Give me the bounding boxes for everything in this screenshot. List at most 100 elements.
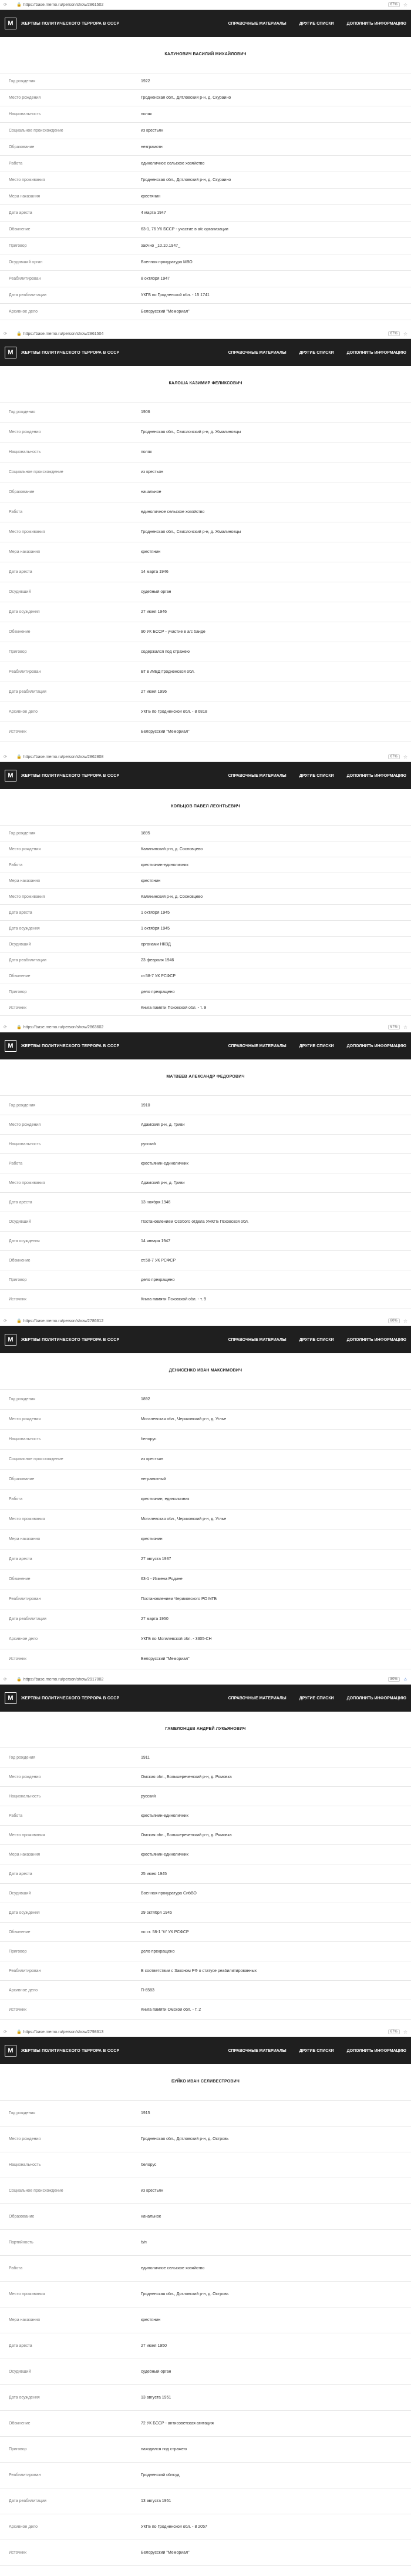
- bookmark-star-icon[interactable]: ☆: [403, 1677, 407, 1682]
- nav-menu-item[interactable]: ДРУГИЕ СПИСКИ: [299, 1044, 334, 1048]
- nav-menu-item[interactable]: СПРАВОЧНЫЕ МАТЕРИАЛЫ: [228, 774, 287, 778]
- nav-menu-item[interactable]: ДРУГИЕ СПИСКИ: [299, 774, 334, 778]
- nav-menu-item[interactable]: ДОПОЛНИТЬ ИНФОРМАЦИЮ: [347, 774, 406, 778]
- field-row: Дата ареста 1 октября 1945: [0, 904, 411, 920]
- zoom-indicator[interactable]: 67%: [388, 2030, 400, 2034]
- browser-section: ⟳ 🔒 https://base.memo.ru/person/show/28615…: [0, 329, 411, 752]
- nav-menu-item[interactable]: СПРАВОЧНЫЕ МАТЕРИАЛЫ: [228, 1338, 287, 1342]
- url-field[interactable]: https://base.memo.ru/person/show/2917002: [23, 1678, 388, 1682]
- field-value: заочно _10.10.1947_: [141, 244, 181, 248]
- nav-menu-item[interactable]: ДОПОЛНИТЬ ИНФОРМАЦИЮ: [347, 1338, 406, 1342]
- site-brand[interactable]: ЖЕРТВЫ ПОЛИТИЧЕСКОГО ТЕРРОРА В СССР: [21, 351, 215, 355]
- zoom-indicator[interactable]: 67%: [388, 754, 400, 759]
- zoom-indicator[interactable]: 80%: [388, 1319, 400, 1323]
- site-brand[interactable]: ЖЕРТВЫ ПОЛИТИЧЕСКОГО ТЕРРОРА В СССР: [21, 1044, 215, 1048]
- reload-icon[interactable]: ⟳: [4, 2, 16, 7]
- bookmark-star-icon[interactable]: ☆: [403, 1319, 407, 1324]
- field-label: Образование: [9, 2215, 35, 2219]
- field-label: Год рождения: [9, 410, 36, 414]
- nav-menu-item[interactable]: СПРАВОЧНЫЕ МАТЕРИАЛЫ: [228, 2049, 287, 2053]
- nav-menu-item[interactable]: ДОПОЛНИТЬ ИНФОРМАЦИЮ: [347, 351, 406, 355]
- field-label: Место проживания: [9, 1833, 45, 1837]
- nav-menu-item[interactable]: СПРАВОЧНЫЕ МАТЕРИАЛЫ: [228, 351, 287, 355]
- zoom-indicator[interactable]: 67%: [388, 331, 400, 336]
- field-row: Источник Книга памяти Омской обл. - т. 2: [0, 2000, 411, 2019]
- field-label: Год рождения: [9, 831, 36, 836]
- field-row: Социальное происхождение из крестьян: [0, 122, 411, 139]
- site-logo-icon[interactable]: М: [5, 2045, 16, 2057]
- bookmark-star-icon[interactable]: ☆: [403, 2, 407, 8]
- nav-menu-item[interactable]: ДОПОЛНИТЬ ИНФОРМАЦИЮ: [347, 1044, 406, 1048]
- site-brand[interactable]: ЖЕРТВЫ ПОЛИТИЧЕСКОГО ТЕРРОРА В СССР: [21, 22, 215, 26]
- reload-icon[interactable]: ⟳: [4, 1025, 16, 1029]
- field-row: Осудивший судебный орган: [0, 582, 411, 602]
- reload-icon[interactable]: ⟳: [4, 2030, 16, 2034]
- site-brand[interactable]: ЖЕРТВЫ ПОЛИТИЧЕСКОГО ТЕРРОРА В СССР: [21, 2049, 215, 2053]
- site-logo-icon[interactable]: М: [5, 770, 16, 781]
- person-card: БУЙКО ИВАН СЕЛИВЕСТРОВИЧ Год рождения 1915…: [0, 2064, 411, 2566]
- nav-menu-item[interactable]: ДОПОЛНИТЬ ИНФОРМАЦИЮ: [347, 22, 406, 26]
- field-row: Обвинение 63-1 - Измена Родине: [0, 1569, 411, 1589]
- field-label: Год рождения: [9, 79, 36, 83]
- url-field[interactable]: https://base.memo.ru/person/show/2863602: [23, 1025, 388, 1029]
- url-field[interactable]: https://base.memo.ru/person/show/2786612: [23, 1319, 388, 1323]
- field-row: Приговор содержался под стражею: [0, 642, 411, 662]
- site-brand[interactable]: ЖЕРТВЫ ПОЛИТИЧЕСКОГО ТЕРРОРА В СССР: [21, 1338, 215, 1342]
- address-bar: ⟳ 🔒 https://base.memo.ru/person/show/27986…: [0, 2027, 411, 2037]
- field-value: 23 февраля 1946: [141, 958, 174, 962]
- nav-menu-item[interactable]: ДОПОЛНИТЬ ИНФОРМАЦИЮ: [347, 1696, 406, 1700]
- site-logo-icon[interactable]: М: [5, 1692, 16, 1704]
- site-logo-icon[interactable]: М: [5, 1334, 16, 1346]
- field-value: Гродненская обл., Дятловский р-н, д. Ост…: [141, 2137, 229, 2141]
- field-value: 25 июня 1945: [141, 1871, 167, 1876]
- field-row: Национальность русский: [0, 1134, 411, 1153]
- field-row: Национальность поляк: [0, 106, 411, 122]
- field-value: из крестьян: [141, 1457, 163, 1461]
- field-value: 27 июня 1946: [141, 610, 167, 614]
- zoom-indicator[interactable]: 67%: [388, 1025, 400, 1029]
- field-row: Мера наказания крестянин: [0, 873, 411, 888]
- field-value: Книга памяти Псковской обл. - т. 9: [141, 1005, 207, 1010]
- address-bar: ⟳ 🔒 https://base.memo.ru/person/show/28636…: [0, 1022, 411, 1032]
- zoom-indicator[interactable]: 67%: [388, 2, 400, 7]
- url-field[interactable]: https://base.memo.ru/person/show/2798613: [23, 2030, 388, 2034]
- field-label: Реабилитирован: [9, 2473, 41, 2477]
- field-value: поляк: [141, 112, 152, 116]
- browser-section: ⟳ 🔒 https://base.memo.ru/person/show/27986…: [0, 2027, 411, 2576]
- field-value: Гродненская обл., Свислочский р-н, д. Жм…: [141, 430, 241, 434]
- nav-menu-item[interactable]: СПРАВОЧНЫЕ МАТЕРИАЛЫ: [228, 22, 287, 26]
- field-value: крестьянин-единоличник: [141, 1813, 188, 1818]
- page-root: ⟳ 🔒 https://base.memo.ru/person/show/28615…: [0, 0, 411, 2576]
- bookmark-star-icon[interactable]: ☆: [403, 754, 407, 760]
- url-field[interactable]: https://base.memo.ru/person/show/2861504: [23, 332, 388, 336]
- bookmark-star-icon[interactable]: ☆: [403, 331, 407, 337]
- bookmark-star-icon[interactable]: ☆: [403, 2030, 407, 2035]
- url-field[interactable]: https://base.memo.ru/person/show/2861502: [23, 3, 388, 7]
- nav-menu-item[interactable]: ДОПОЛНИТЬ ИНФОРМАЦИЮ: [347, 2049, 406, 2053]
- nav-menu-item[interactable]: ДРУГИЕ СПИСКИ: [299, 1696, 334, 1700]
- nav-menu-item[interactable]: ДРУГИЕ СПИСКИ: [299, 351, 334, 355]
- nav-menu-item[interactable]: СПРАВОЧНЫЕ МАТЕРИАЛЫ: [228, 1044, 287, 1048]
- nav-menu-item[interactable]: ДРУГИЕ СПИСКИ: [299, 2049, 334, 2053]
- bookmark-star-icon[interactable]: ☆: [403, 1025, 407, 1030]
- url-field[interactable]: https://base.memo.ru/person/show/2862808: [23, 755, 388, 759]
- nav-menu-item[interactable]: ДРУГИЕ СПИСКИ: [299, 22, 334, 26]
- nav-menu-item[interactable]: ДРУГИЕ СПИСКИ: [299, 1338, 334, 1342]
- field-value: единоличное сельское хозяйство: [141, 162, 205, 166]
- site-logo-icon[interactable]: М: [5, 1040, 16, 1052]
- zoom-indicator[interactable]: 80%: [388, 1677, 400, 1682]
- field-value: Адамский р-н, д. Гриви: [141, 1122, 185, 1127]
- reload-icon[interactable]: ⟳: [4, 1677, 16, 1682]
- field-label: Приговор: [9, 2447, 27, 2451]
- site-brand[interactable]: ЖЕРТВЫ ПОЛИТИЧЕСКОГО ТЕРРОРА В СССР: [21, 1696, 215, 1700]
- field-value: ВТ в /МВД Гродненской обл.: [141, 670, 195, 674]
- reload-icon[interactable]: ⟳: [4, 331, 16, 336]
- field-row: Дата реабилитации УКГБ по Гродненской обл…: [0, 287, 411, 303]
- site-logo-icon[interactable]: М: [5, 347, 16, 358]
- reload-icon[interactable]: ⟳: [4, 754, 16, 759]
- site-brand[interactable]: ЖЕРТВЫ ПОЛИТИЧЕСКОГО ТЕРРОРА В СССР: [21, 774, 215, 778]
- nav-menu-item[interactable]: СПРАВОЧНЫЕ МАТЕРИАЛЫ: [228, 1696, 287, 1700]
- reload-icon[interactable]: ⟳: [4, 1319, 16, 1323]
- field-value: 1 октября 1945: [141, 910, 170, 915]
- site-logo-icon[interactable]: М: [5, 18, 16, 29]
